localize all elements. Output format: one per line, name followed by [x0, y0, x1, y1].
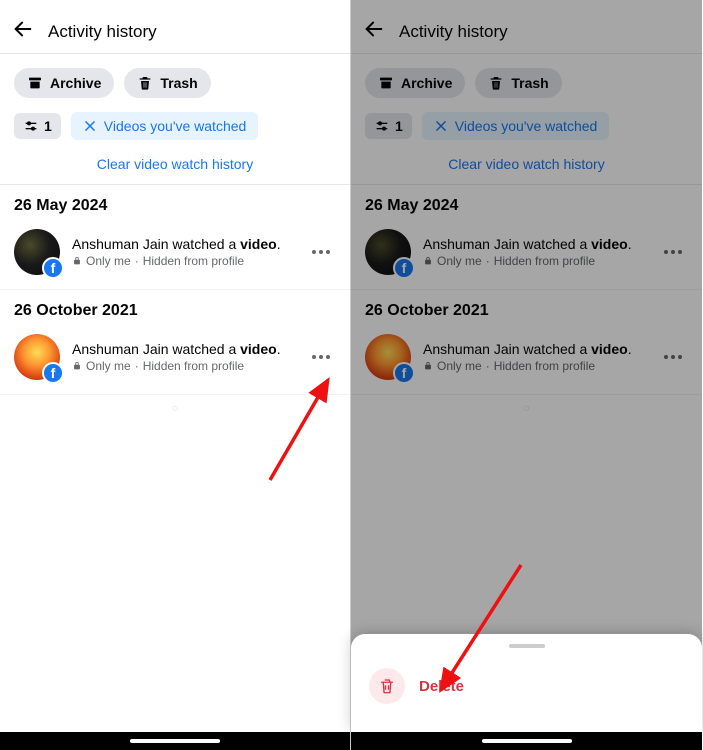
back-arrow-icon[interactable]	[12, 18, 34, 45]
clear-history-link[interactable]: Clear video watch history	[0, 150, 350, 185]
archive-label: Archive	[401, 75, 452, 91]
page-title: Activity history	[399, 22, 508, 42]
entry-privacy: Only me·Hidden from profile	[72, 359, 294, 373]
activity-entry: f Anshuman Jain watched a video. Only me…	[0, 223, 350, 290]
entry-text: Anshuman Jain watched a video. Only me·H…	[72, 341, 294, 373]
filter-videos-label: Videos you've watched	[455, 118, 598, 134]
activity-entry: f Anshuman Jain watched a video. Only me…	[351, 223, 702, 290]
more-options-button[interactable]	[306, 342, 336, 372]
entry-description: Anshuman Jain watched a video.	[72, 236, 294, 252]
archive-label: Archive	[50, 75, 101, 91]
sliders-icon	[374, 118, 390, 134]
lock-icon	[72, 361, 82, 371]
date-header: 26 October 2021	[351, 290, 702, 328]
action-sheet: Delete	[351, 634, 702, 732]
archive-button[interactable]: Archive	[365, 68, 465, 98]
entry-privacy: Only me·Hidden from profile	[423, 359, 646, 373]
more-horizontal-icon	[312, 355, 330, 359]
filter-videos-watched[interactable]: Videos you've watched	[422, 112, 610, 140]
back-arrow-icon[interactable]	[363, 18, 385, 45]
delete-icon-wrap	[369, 668, 405, 704]
app-header: Activity history	[0, 10, 350, 54]
facebook-badge-icon: f	[393, 362, 415, 384]
more-horizontal-icon	[312, 250, 330, 254]
thumbnail-wrap[interactable]: f	[365, 229, 411, 275]
entry-description: Anshuman Jain watched a video.	[423, 236, 646, 252]
filter-count-chip[interactable]: 1	[365, 113, 412, 139]
more-horizontal-icon	[664, 355, 682, 359]
thumbnail-wrap[interactable]: f	[14, 229, 60, 275]
close-icon	[83, 119, 97, 133]
status-bar	[351, 0, 702, 10]
thumbnail-wrap[interactable]: f	[14, 334, 60, 380]
filter-videos-label: Videos you've watched	[104, 118, 247, 134]
more-options-button[interactable]	[658, 237, 688, 267]
status-bar	[0, 0, 350, 10]
lock-icon	[72, 256, 82, 266]
filter-row: 1 Videos you've watched	[351, 112, 702, 150]
more-horizontal-icon	[664, 250, 682, 254]
delete-label: Delete	[419, 678, 464, 695]
navigation-bar	[351, 732, 702, 750]
trash-icon	[137, 75, 153, 91]
date-header: 26 May 2024	[0, 185, 350, 223]
facebook-badge-icon: f	[42, 257, 64, 279]
trash-label: Trash	[511, 75, 548, 91]
trash-button[interactable]: Trash	[475, 68, 561, 98]
activity-entry: f Anshuman Jain watched a video. Only me…	[0, 328, 350, 395]
entry-description: Anshuman Jain watched a video.	[423, 341, 646, 357]
loading-spinner-icon: ◌	[0, 395, 350, 422]
filter-videos-watched[interactable]: Videos you've watched	[71, 112, 259, 140]
archive-icon	[27, 75, 43, 91]
navigation-bar	[0, 732, 350, 750]
more-options-button[interactable]	[306, 237, 336, 267]
action-row: Archive Trash	[351, 54, 702, 112]
lock-icon	[423, 361, 433, 371]
entry-description: Anshuman Jain watched a video.	[72, 341, 294, 357]
date-header: 26 October 2021	[0, 290, 350, 328]
entry-text: Anshuman Jain watched a video. Only me·H…	[72, 236, 294, 268]
entry-privacy: Only me·Hidden from profile	[423, 254, 646, 268]
entry-privacy: Only me·Hidden from profile	[72, 254, 294, 268]
entry-text: Anshuman Jain watched a video. Only me·H…	[423, 341, 646, 373]
entry-text: Anshuman Jain watched a video. Only me·H…	[423, 236, 646, 268]
app-header: Activity history	[351, 10, 702, 54]
home-indicator	[482, 739, 572, 743]
archive-button[interactable]: Archive	[14, 68, 114, 98]
close-icon	[434, 119, 448, 133]
facebook-badge-icon: f	[393, 257, 415, 279]
facebook-badge-icon: f	[42, 362, 64, 384]
more-options-button[interactable]	[658, 342, 688, 372]
screen-left: Activity history Archive Trash 1	[0, 0, 351, 750]
thumbnail-wrap[interactable]: f	[365, 334, 411, 380]
lock-icon	[423, 256, 433, 266]
filter-row: 1 Videos you've watched	[0, 112, 350, 150]
content-area: Archive Trash 1 Videos you've watched Cl…	[0, 54, 350, 750]
action-row: Archive Trash	[0, 54, 350, 112]
archive-icon	[378, 75, 394, 91]
date-header: 26 May 2024	[351, 185, 702, 223]
home-indicator	[130, 739, 220, 743]
activity-entry: f Anshuman Jain watched a video. Only me…	[351, 328, 702, 395]
filter-count-value: 1	[395, 118, 403, 134]
sliders-icon	[23, 118, 39, 134]
loading-spinner-icon: ◌	[351, 395, 702, 422]
clear-history-link[interactable]: Clear video watch history	[351, 150, 702, 185]
filter-count-chip[interactable]: 1	[14, 113, 61, 139]
trash-icon	[488, 75, 504, 91]
sheet-handle[interactable]	[509, 644, 545, 648]
trash-button[interactable]: Trash	[124, 68, 210, 98]
page-title: Activity history	[48, 22, 157, 42]
trash-label: Trash	[160, 75, 197, 91]
screen-right: Activity history Archive Trash 1	[351, 0, 702, 750]
trash-icon	[378, 677, 396, 695]
delete-action[interactable]: Delete	[351, 658, 702, 714]
filter-count-value: 1	[44, 118, 52, 134]
